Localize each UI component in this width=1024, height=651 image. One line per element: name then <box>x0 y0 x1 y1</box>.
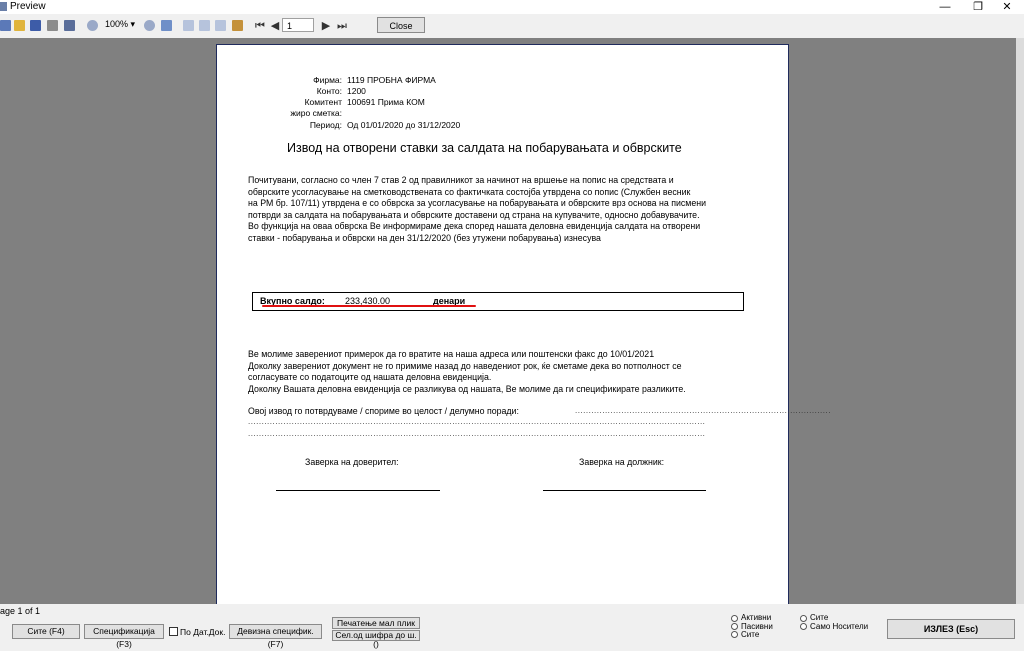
all-carriers-radio[interactable] <box>800 615 807 622</box>
request-line: Доколку Вашата деловна евиденција се раз… <box>248 383 686 394</box>
zoom-value: 100% <box>105 19 129 29</box>
close-window-button[interactable]: ✕ <box>990 0 1024 14</box>
period-label: Период: <box>309 120 342 130</box>
edit-icon[interactable] <box>232 20 243 31</box>
open-folder-icon[interactable] <box>14 20 25 31</box>
dotted-line: ........................................… <box>248 429 706 438</box>
creditor-signature-label: Заверка на доверител: <box>305 457 399 467</box>
only-carriers-label: Само Носители <box>810 622 869 631</box>
preview-toolbar: ⏮ ◀ ▶ ⏭ <box>0 14 1024 38</box>
all-label: Сите <box>741 630 760 639</box>
firma-label: Фирма: <box>313 75 342 85</box>
konto-value: 1200 <box>347 86 366 96</box>
intro-line: ставки - побарувања и обврски на ден 31/… <box>248 232 601 243</box>
request-paragraph: Ве молиме заверениот примерок да го врат… <box>248 349 758 395</box>
window-title: Preview <box>10 1 46 12</box>
dotted-line: ........................................… <box>248 417 706 426</box>
intro-line: Во функција на оваа обврска Ве информира… <box>248 221 701 231</box>
all-radio[interactable] <box>731 631 738 638</box>
passive-radio[interactable] <box>731 623 738 630</box>
red-underline-annotation <box>262 305 476 307</box>
all-button[interactable]: Сите (F4) <box>12 624 80 639</box>
page-count-status: age 1 of 1 <box>0 606 41 616</box>
multi-page-icon[interactable] <box>215 20 226 31</box>
page-number-input[interactable]: 1 <box>282 18 314 32</box>
request-line: согласувате со податоците од нашата дело… <box>248 372 492 382</box>
intro-paragraph: Почитувани, согласно со член 7 став 2 од… <box>248 175 758 244</box>
firma-value: 1119 ПРОБНА ФИРМА <box>347 75 436 85</box>
zoom-select[interactable]: 100% ▾ <box>105 19 135 30</box>
title-bar: Preview — ❐ ✕ <box>0 0 1024 14</box>
confirm-line: Овој извод го потврдуваме / спориме во ц… <box>248 406 519 416</box>
po-dat-dok-checkbox[interactable] <box>169 627 178 636</box>
save-icon[interactable] <box>30 20 41 31</box>
intro-line: Почитувани, согласно со член 7 став 2 од… <box>248 175 674 185</box>
vertical-scrollbar[interactable] <box>1016 38 1024 604</box>
intro-line: потврди за салдата на побарувањата и обв… <box>248 209 700 220</box>
intro-line: на РМ бр. 107/11) утврдена е со обврска … <box>248 198 706 208</box>
request-line: Доколку заверениот документ не го примим… <box>248 360 682 371</box>
debtor-signature-line <box>543 490 706 491</box>
document-title: Извод на отворени ставки за салдата на п… <box>287 141 682 155</box>
intro-line: обврските усогласување на сметководствен… <box>248 186 691 197</box>
app-icon <box>0 2 7 11</box>
specification-button[interactable]: Спецификација (F3) <box>84 624 164 649</box>
period-value: Од 01/01/2020 до 31/12/2020 <box>347 120 461 130</box>
creditor-signature-line <box>276 490 440 491</box>
print-envelope-button[interactable]: Печатење мал плик <box>332 617 420 629</box>
po-dat-dok-label: По Дат.Док. <box>180 627 226 637</box>
debtor-signature-label: Заверка на должник: <box>579 457 665 467</box>
total-balance-box <box>252 292 744 311</box>
request-line: Ве молиме заверениот примерок да го врат… <box>248 349 655 359</box>
exit-button[interactable]: ИЗЛЕЗ (Esc) <box>887 619 1015 639</box>
all-carriers-label: Сите <box>810 613 829 622</box>
chevron-down-icon: ▾ <box>130 19 136 29</box>
first-page-icon[interactable]: ⏮ <box>254 19 266 33</box>
zoom-in-icon[interactable] <box>87 20 98 31</box>
two-pages-icon[interactable] <box>199 20 210 31</box>
find-icon[interactable] <box>64 20 75 31</box>
konto-label: Конто: <box>316 86 342 96</box>
zoom-out-icon[interactable] <box>144 20 155 31</box>
prev-page-icon[interactable]: ◀ <box>269 19 281 33</box>
single-page-icon[interactable] <box>183 20 194 31</box>
select-code-range-button[interactable]: Сел.од шифра до ш. () <box>332 630 420 649</box>
last-page-icon[interactable]: ⏭ <box>336 19 348 33</box>
minimize-button[interactable]: — <box>928 0 962 14</box>
active-label: Активни <box>741 613 772 622</box>
dotted-line: ........................................… <box>575 406 831 415</box>
close-button[interactable]: Close <box>377 17 425 33</box>
currency-spec-button[interactable]: Девизна специфик.(F7) <box>229 624 322 649</box>
komitent-value: 100691 Прима КОМ <box>347 97 425 107</box>
ziro-label: жиро сметка: <box>290 108 342 118</box>
only-carriers-radio[interactable] <box>800 623 807 630</box>
active-radio[interactable] <box>731 615 738 622</box>
print-icon[interactable] <box>0 20 11 31</box>
komitent-label: Комитент <box>304 97 342 107</box>
next-page-icon[interactable]: ▶ <box>320 19 332 33</box>
print-setup-icon[interactable] <box>47 20 58 31</box>
fit-page-icon[interactable] <box>161 20 172 31</box>
